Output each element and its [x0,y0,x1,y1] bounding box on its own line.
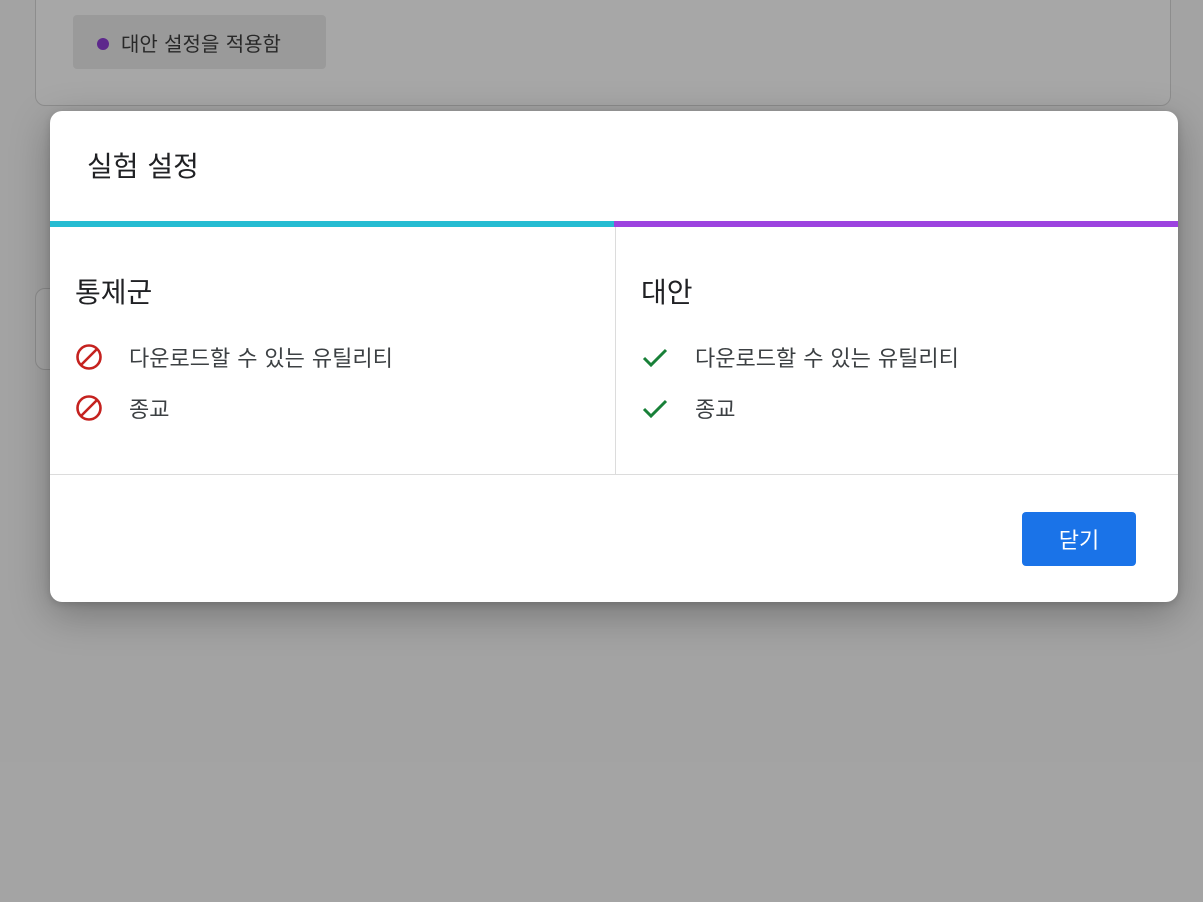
variant-title: 대안 [641,276,693,309]
block-icon [75,343,103,371]
variant-feature-label: 종교 [695,398,736,423]
variant-feature-item: 종교 [641,392,735,424]
close-button[interactable]: 닫기 [1022,512,1136,566]
check-icon [641,394,669,422]
control-feature-item: 다운로드할 수 있는 유틸리티 [75,341,393,373]
control-feature-item: 종교 [75,392,169,424]
dialog-title: 실험 설정 [87,150,199,183]
control-title: 통제군 [75,276,153,309]
variant-column: 대안 다운로드할 수 있는 유틸리티 종교 [616,227,1178,474]
dialog-divider [50,474,1178,475]
check-icon [641,343,669,371]
variant-feature-label: 다운로드할 수 있는 유틸리티 [695,347,959,372]
control-column: 통제군 다운로드할 수 있는 유틸리티 종교 [50,227,616,474]
block-icon [75,394,103,422]
variant-feature-item: 다운로드할 수 있는 유틸리티 [641,341,959,373]
control-feature-label: 종교 [129,398,170,423]
experiment-settings-dialog: 실험 설정 통제군 다운로드할 수 있는 유틸리티 종교 대안 다운로드할 수 … [50,111,1178,602]
control-feature-label: 다운로드할 수 있는 유틸리티 [129,347,393,372]
